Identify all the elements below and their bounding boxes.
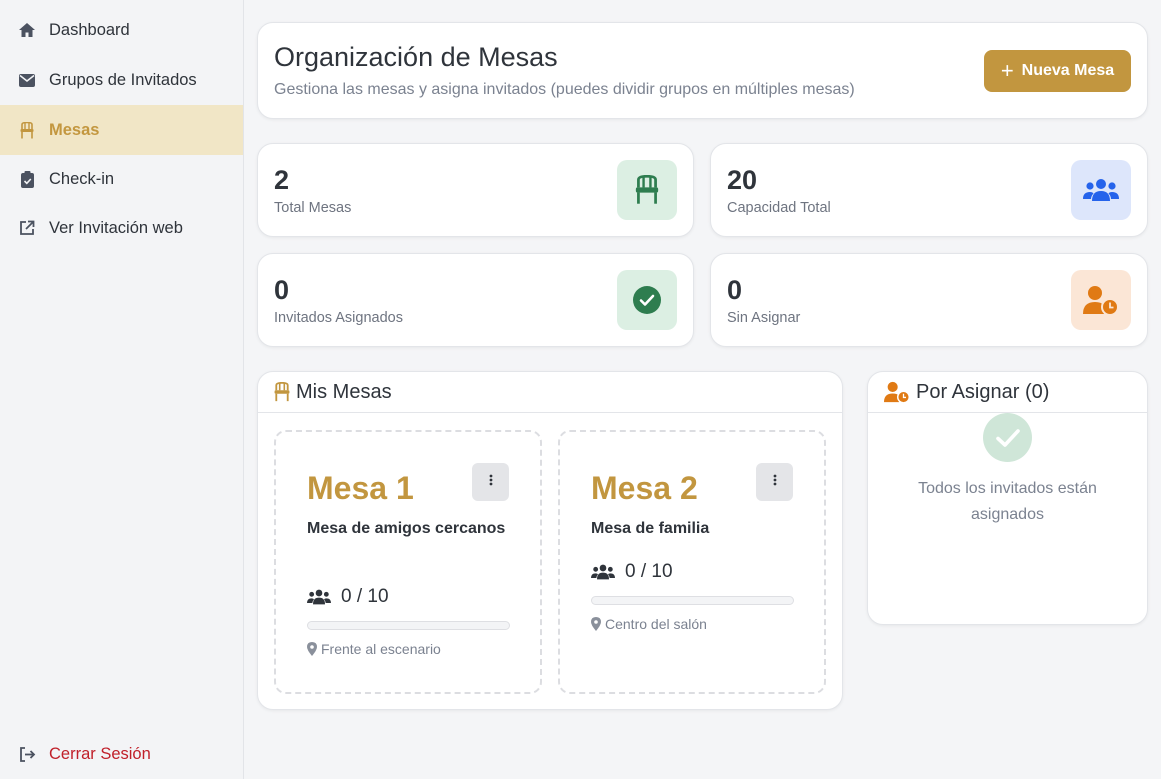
stat-card-capacidad-total: 20 Capacidad Total [710, 143, 1148, 237]
sidebar-item-dashboard[interactable]: Dashboard [0, 5, 243, 55]
chair-icon [274, 382, 290, 402]
stat-label: Invitados Asignados [274, 310, 403, 326]
users-icon [1071, 160, 1131, 220]
sidebar-item-label: Ver Invitación web [49, 218, 183, 237]
sidebar-item-checkin[interactable]: Check-in [0, 154, 243, 204]
ellipsis-vertical-icon [773, 473, 777, 491]
logout-label: Cerrar Sesión [49, 744, 151, 763]
sidebar-item-label: Mesas [49, 120, 100, 139]
logout-button[interactable]: Cerrar Sesión [0, 729, 243, 779]
table-capacity: 0 / 10 [307, 586, 389, 608]
stat-card-sin-asignar: 0 Sin Asignar [710, 253, 1148, 347]
chair-icon [18, 121, 36, 139]
map-pin-icon [591, 617, 601, 631]
table-menu-button[interactable] [756, 463, 793, 501]
sign-out-icon [18, 745, 36, 763]
map-pin-icon [307, 642, 317, 656]
ellipsis-vertical-icon [489, 473, 493, 491]
table-name: Mesa 1 [307, 470, 414, 506]
sidebar-item-mesas[interactable]: Mesas [0, 105, 243, 155]
unassigned-section-header: Por Asignar (0) [868, 372, 1147, 413]
envelope-icon [18, 71, 36, 89]
table-location-text: Frente al escenario [321, 641, 441, 657]
table-name: Mesa 2 [591, 470, 698, 506]
mesas-section-header: Mis Mesas [258, 372, 842, 413]
users-icon [307, 588, 331, 606]
table-location-text: Centro del salón [605, 616, 707, 632]
table-description: Mesa de familia [591, 520, 710, 537]
chair-icon [617, 160, 677, 220]
table-capacity-bar [307, 621, 510, 630]
page-header: Organización de Mesas Gestiona las mesas… [257, 22, 1148, 119]
table-description: Mesa de amigos cercanos [307, 520, 506, 537]
table-location: Frente al escenario [307, 641, 441, 657]
plus-icon: + [1000, 58, 1014, 83]
mesas-section-title: Mis Mesas [296, 380, 392, 403]
sidebar-item-ver-invitacion[interactable]: Ver Invitación web [0, 203, 243, 253]
table-capacity: 0 / 10 [591, 561, 673, 583]
new-table-button-label: Nueva Mesa [1021, 62, 1115, 79]
new-table-button[interactable]: + Nueva Mesa [984, 50, 1131, 92]
table-capacity-bar [591, 596, 794, 605]
sidebar-item-label: Check-in [49, 169, 115, 188]
users-icon [591, 563, 615, 581]
page-title: Organización de Mesas [274, 42, 558, 72]
stat-value: 20 [727, 165, 758, 195]
sidebar-item-label: Grupos de Invitados [49, 70, 197, 89]
table-card-mesa-1[interactable]: Mesa 1 Mesa de amigos cercanos 0 / 10 Fr… [274, 430, 542, 694]
sidebar-item-label: Dashboard [49, 20, 130, 39]
unassigned-section-title: Por Asignar (0) [916, 380, 1050, 403]
stat-label: Capacidad Total [727, 200, 831, 216]
sidebar-item-grupos[interactable]: Grupos de Invitados [0, 55, 243, 105]
table-location: Centro del salón [591, 616, 707, 632]
user-clock-icon [1071, 270, 1131, 330]
check-icon [983, 413, 1032, 462]
user-clock-icon [884, 381, 910, 403]
unassigned-section: Por Asignar (0) Todos los invitados está… [867, 371, 1148, 625]
stat-value: 0 [274, 275, 290, 305]
table-card-mesa-2[interactable]: Mesa 2 Mesa de familia 0 / 10 Centro del… [558, 430, 826, 694]
stat-value: 2 [274, 165, 290, 195]
empty-state-message: Todos los invitados están asignados [918, 480, 1097, 523]
sidebar: Dashboard Grupos de Invitados Mesas Chec… [0, 0, 244, 779]
table-menu-button[interactable] [472, 463, 509, 501]
external-link-icon [18, 219, 36, 237]
page-subtitle: Gestiona las mesas y asigna invitados (p… [274, 81, 855, 98]
table-capacity-text: 0 / 10 [341, 586, 389, 607]
stat-value: 0 [727, 275, 743, 305]
stat-label: Total Mesas [274, 200, 352, 216]
check-circle-icon [617, 270, 677, 330]
stat-card-invitados-asignados: 0 Invitados Asignados [257, 253, 694, 347]
mesas-section: Mis Mesas Mesa 1 Mesa de amigos cercanos… [257, 371, 843, 710]
stat-card-total-mesas: 2 Total Mesas [257, 143, 694, 237]
home-icon [18, 21, 36, 39]
clipboard-check-icon [18, 170, 36, 188]
stat-label: Sin Asignar [727, 310, 801, 326]
table-capacity-text: 0 / 10 [625, 561, 673, 582]
